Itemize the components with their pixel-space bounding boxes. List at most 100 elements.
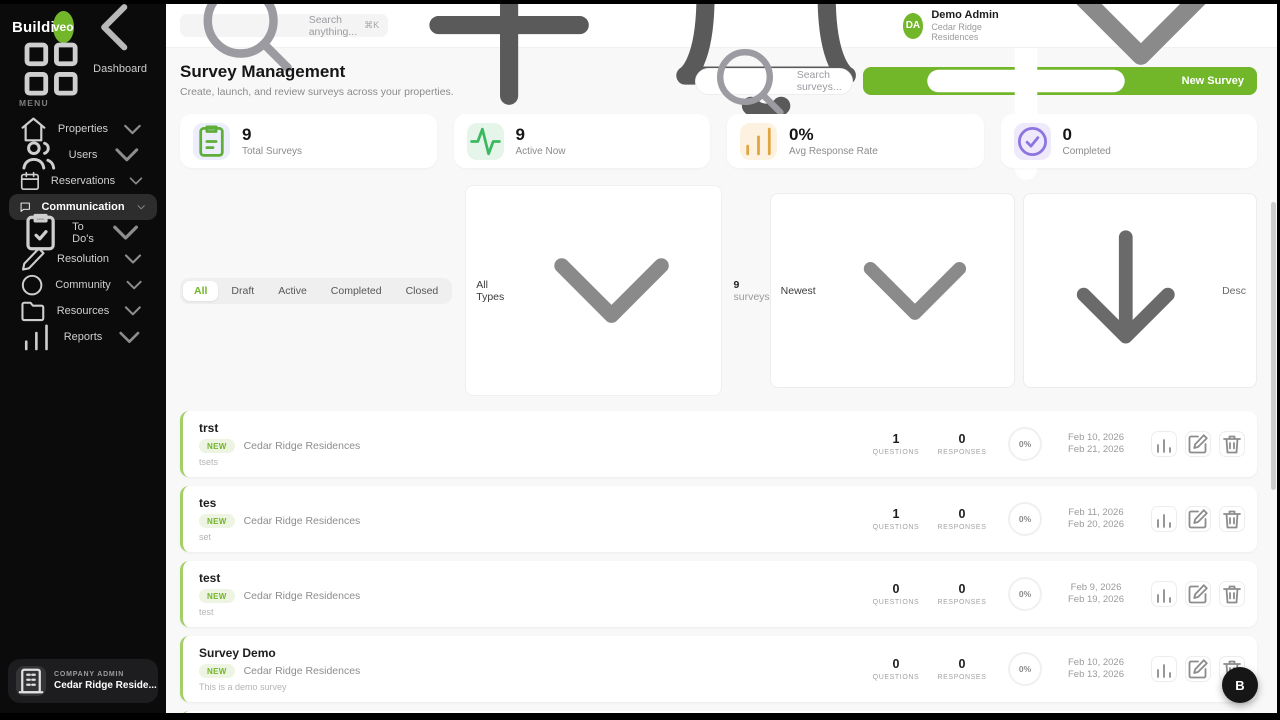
questions-label: QUESTIONS <box>872 449 920 457</box>
stat-value: 0% <box>789 124 814 144</box>
questions-count: 0 <box>892 582 900 597</box>
survey-list: trst NEW Cedar Ridge Residences tsets 1 … <box>180 411 1257 713</box>
delete-button[interactable] <box>1219 581 1245 608</box>
analytics-button[interactable] <box>1151 431 1177 458</box>
survey-title: trst <box>199 421 219 436</box>
content-column: Search anything... ⌘K 3 DA Demo Admin Ce… <box>166 4 1277 713</box>
stat-value: 9 <box>242 124 252 144</box>
sidebar-item[interactable]: Resolution <box>9 246 157 272</box>
survey-start-date: Feb 10, 2026 <box>1068 657 1124 669</box>
stat-card: 0 Completed <box>1000 114 1257 168</box>
sidebar-item[interactable]: Community <box>9 272 157 298</box>
page-title: Survey Management <box>180 62 346 81</box>
sidebar-item[interactable]: To Do's <box>9 214 157 251</box>
type-filter-select[interactable]: All Types <box>465 185 723 397</box>
sidebar-item-dashboard[interactable]: Dashboard <box>9 42 157 96</box>
sidebar-item-label: Users <box>68 149 98 161</box>
new-survey-label: New Survey <box>1181 75 1244 87</box>
analytics-button[interactable] <box>1151 506 1177 533</box>
global-search-placeholder: Search anything... <box>308 13 358 38</box>
sidebar-item-label: Properties <box>57 123 109 135</box>
analytics-button[interactable] <box>1151 581 1177 608</box>
survey-title: tes <box>199 496 217 511</box>
analytics-button[interactable] <box>1151 656 1177 683</box>
survey-description: test <box>199 607 214 618</box>
questions-count: 1 <box>892 432 900 447</box>
survey-count: 9 surveys <box>733 279 769 303</box>
survey-search-input[interactable]: Search surveys... <box>694 49 853 117</box>
page-subtitle: Create, launch, and review surveys acros… <box>180 86 454 98</box>
search-shortcut: ⌘K <box>364 20 380 30</box>
header-actions: Search surveys... New Survey <box>694 48 1257 180</box>
survey-row[interactable]: trst NEW Cedar Ridge Residences tsets 1 … <box>180 411 1257 478</box>
grid-icon <box>19 37 83 101</box>
status-badge: NEW <box>199 664 235 679</box>
responses-label: RESPONSES <box>937 524 987 532</box>
sidebar-item-label: Community <box>55 279 111 291</box>
status-tab[interactable]: Draft <box>220 281 265 301</box>
survey-end-date: Feb 20, 2026 <box>1068 519 1124 531</box>
sidebar-item[interactable]: Reservations <box>9 168 157 194</box>
sort-order-button[interactable]: Desc <box>1022 192 1257 389</box>
chevron-down-icon <box>125 170 147 192</box>
survey-row[interactable]: tes NEW Cedar Ridge Residences set 1 QUE… <box>180 486 1257 553</box>
edit-button[interactable] <box>1185 581 1211 608</box>
survey-property: Cedar Ridge Residences <box>243 665 361 678</box>
status-tab[interactable]: Closed <box>395 281 450 301</box>
chevron-down-icon <box>121 272 147 298</box>
new-survey-button[interactable]: New Survey <box>862 48 1257 180</box>
stat-label: Avg Response Rate <box>789 145 878 157</box>
survey-end-date: Feb 13, 2026 <box>1068 669 1124 681</box>
survey-search-placeholder: Search surveys... <box>796 69 842 93</box>
chevron-down-icon <box>112 320 147 355</box>
survey-row[interactable]: Survey Demo NEW Cedar Ridge Residences T… <box>180 636 1257 703</box>
edit-button[interactable] <box>1185 431 1211 458</box>
status-badge: NEW <box>199 514 235 529</box>
survey-end-date: Feb 19, 2026 <box>1068 594 1124 606</box>
delete-button[interactable] <box>1219 431 1245 458</box>
stat-value: 9 <box>515 124 525 144</box>
edit-button[interactable] <box>1185 506 1211 533</box>
status-badge: NEW <box>199 439 235 454</box>
calendar-icon <box>19 170 41 192</box>
avatar: DA <box>902 12 924 39</box>
global-search-input[interactable]: Search anything... ⌘K <box>180 4 389 72</box>
questions-count: 1 <box>892 507 900 522</box>
survey-row[interactable]: test NEW Cedar Ridge Residences test 0 Q… <box>180 711 1257 713</box>
app-window: Buildi veo Dashboard MENU Properties Use… <box>0 4 1277 713</box>
status-tab[interactable]: All <box>183 280 219 301</box>
sidebar-item-label: Reservations <box>50 175 116 187</box>
topbar: Search anything... ⌘K 3 DA Demo Admin Ce… <box>166 4 1277 123</box>
status-tab[interactable]: Completed <box>320 281 393 301</box>
sidebar-item[interactable]: Users <box>9 141 157 170</box>
response-rate-ring: 0% <box>1008 652 1042 687</box>
survey-title: test <box>199 571 221 586</box>
company-switcher[interactable]: COMPANY ADMIN Cedar Ridge Reside... <box>8 659 158 703</box>
responses-count: 0 <box>958 582 966 597</box>
survey-count-value: 9 <box>733 278 740 291</box>
stat-card: 9 Total Surveys <box>180 114 437 168</box>
survey-property: Cedar Ridge Residences <box>243 515 361 528</box>
chevron-down-icon <box>826 202 1004 380</box>
chevron-down-icon <box>512 191 711 390</box>
survey-start-date: Feb 9, 2026 <box>1070 582 1122 594</box>
sort-select[interactable]: Newest <box>769 192 1015 389</box>
chat-fab-button[interactable]: B <box>1222 667 1258 703</box>
sidebar-item[interactable]: Reports <box>9 324 157 350</box>
edit-button[interactable] <box>1185 656 1211 683</box>
questions-label: QUESTIONS <box>872 674 920 682</box>
scrollbar-thumb[interactable] <box>1271 202 1276 490</box>
responses-count: 0 <box>958 432 966 447</box>
sort-order-label: Desc <box>1222 284 1246 297</box>
sort-controls: Newest Desc <box>769 192 1257 389</box>
status-tab[interactable]: Active <box>267 281 318 301</box>
bar-chart-icon <box>740 122 777 160</box>
survey-row[interactable]: test NEW Cedar Ridge Residences test 0 Q… <box>180 561 1257 628</box>
delete-button[interactable] <box>1219 506 1245 533</box>
survey-description: This is a demo survey <box>199 682 287 693</box>
page-header: Survey Management Create, launch, and re… <box>180 48 1257 180</box>
responses-count: 0 <box>958 657 966 672</box>
chevron-down-icon <box>119 245 147 273</box>
filter-row: All Draft Active Completed Closed All Ty… <box>180 185 1257 397</box>
company-role-label: COMPANY ADMIN <box>54 671 125 678</box>
